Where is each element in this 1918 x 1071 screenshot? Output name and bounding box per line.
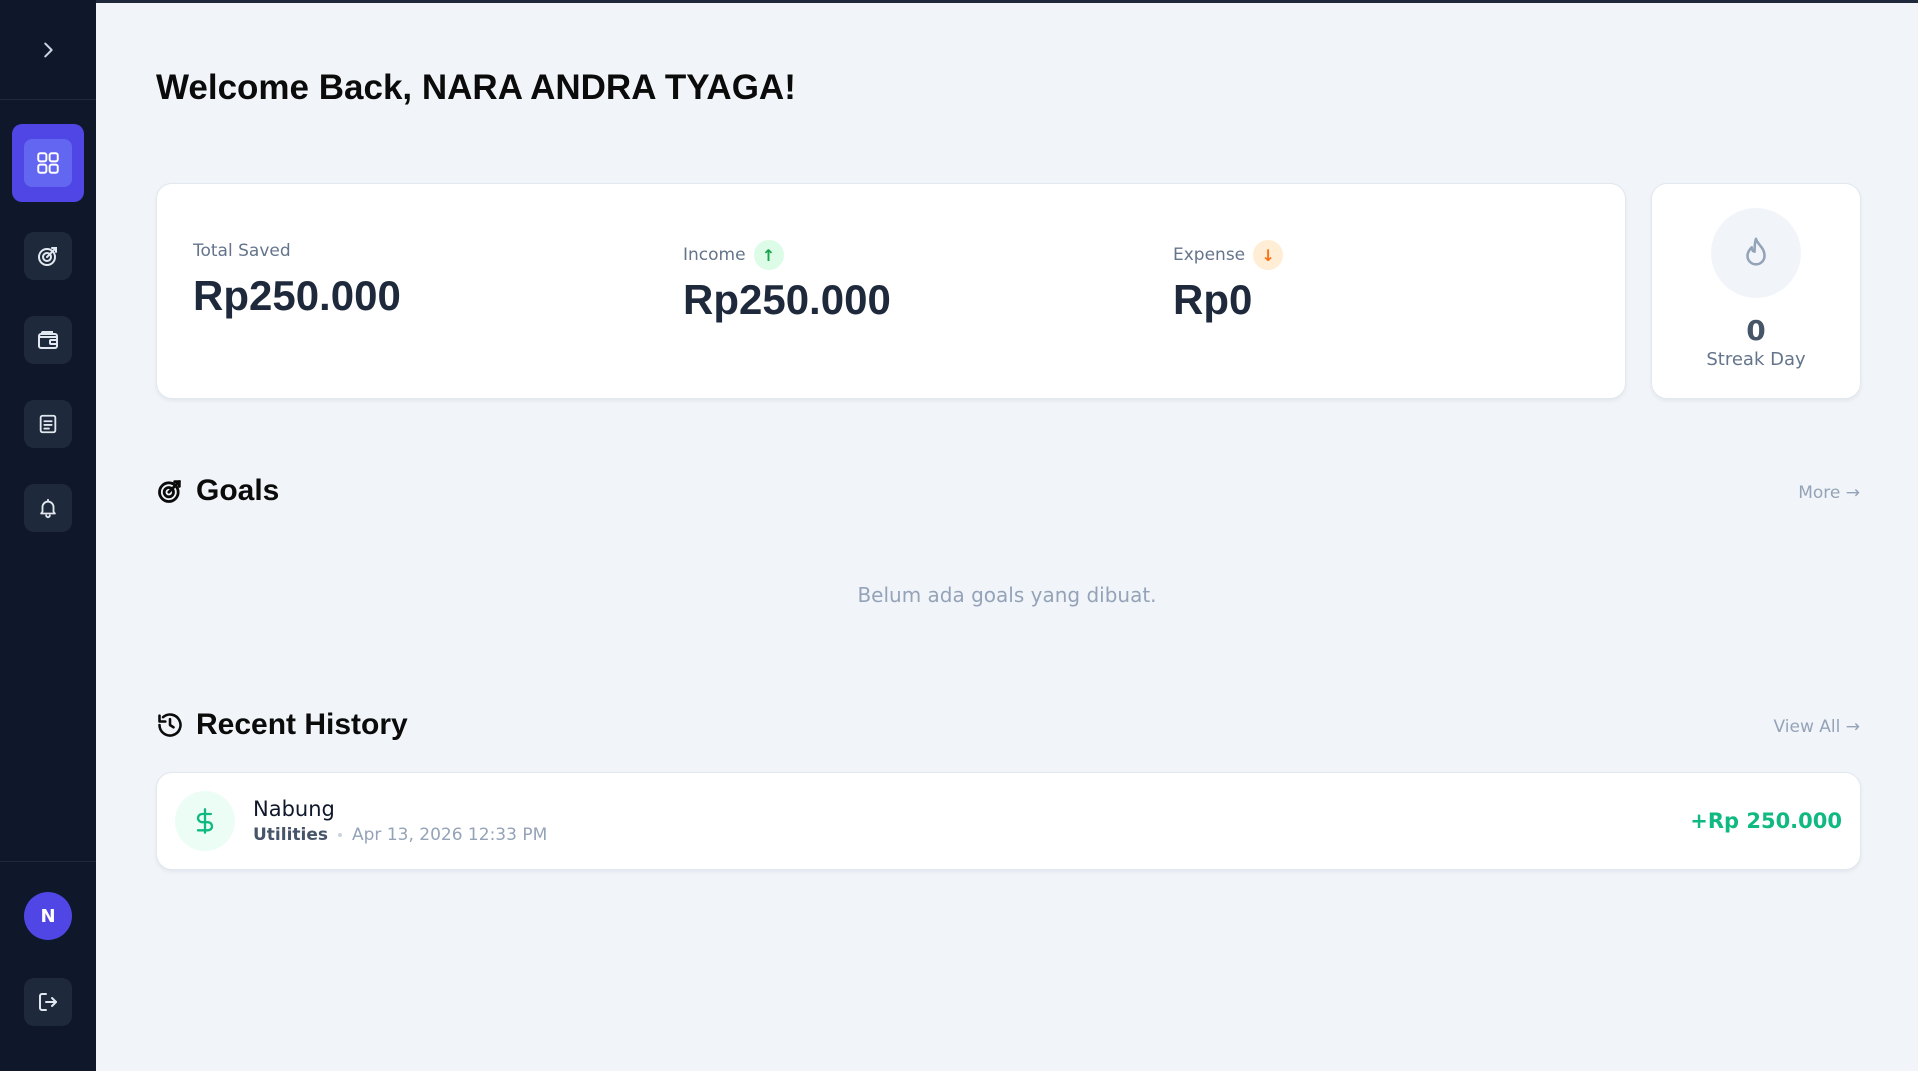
arrow-up-icon: ↑: [753, 240, 784, 270]
wallet-icon: [38, 331, 58, 349]
separator-dot: [338, 833, 343, 837]
income-value: Rp250.000: [683, 276, 891, 323]
chevron-right-icon: [44, 42, 53, 57]
dollar-icon: [196, 808, 214, 834]
history-text: Nabung Utilities Apr 13, 2026 12:33 PM: [253, 797, 547, 845]
expense-label-row: Expense ↓: [1173, 240, 1284, 270]
bell-icon: [40, 498, 56, 519]
recent-history-heading: Recent History: [156, 708, 408, 742]
history-category: Utilities: [253, 825, 329, 845]
goals-title: Goals: [196, 474, 280, 507]
target-icon: [158, 480, 181, 503]
income-label-row: Income ↑: [683, 240, 891, 270]
stat-total-saved: Total Saved Rp250.000: [193, 236, 401, 320]
goals-more-link[interactable]: More →: [1798, 483, 1860, 503]
total-saved-label: Total Saved: [193, 241, 291, 261]
goals-empty-message: Belum ada goals yang dibuat.: [857, 583, 1157, 607]
stat-expense: Expense ↓ Rp0: [1173, 240, 1284, 324]
history-title: Nabung: [253, 797, 335, 821]
sidebar-item-wallet[interactable]: [24, 316, 72, 364]
total-saved-value: Rp250.000: [193, 272, 401, 319]
history-meta: Utilities Apr 13, 2026 12:33 PM: [253, 825, 547, 845]
streak-card: 0 Streak Day: [1651, 183, 1861, 399]
sidebar: N: [0, 0, 96, 1071]
streak-count: 0: [1746, 314, 1766, 347]
stat-income: Income ↑ Rp250.000: [683, 240, 891, 324]
expense-value: Rp0: [1173, 276, 1253, 323]
avatar[interactable]: N: [24, 892, 72, 940]
sidebar-item-goals[interactable]: [24, 232, 72, 280]
goals-heading: Goals: [156, 474, 279, 508]
flame-icon: [1746, 237, 1766, 266]
stats-card: Total Saved Rp250.000 Income ↑ Rp250.000…: [156, 183, 1626, 399]
sidebar-item-reports[interactable]: [24, 400, 72, 448]
history-datetime: Apr 13, 2026 12:33 PM: [352, 825, 548, 845]
document-icon: [39, 414, 57, 434]
sidebar-item-dashboard[interactable]: [12, 124, 84, 202]
sidebar-toggle-button[interactable]: [0, 0, 96, 100]
recent-history-title: Recent History: [196, 708, 408, 741]
main-content: Welcome Back, NARA ANDRA TYAGA! Total Sa…: [96, 0, 1918, 1071]
grid-icon: [37, 152, 59, 174]
history-amount: +Rp 250.000: [1690, 809, 1842, 833]
streak-label: Streak Day: [1706, 349, 1806, 370]
sidebar-nav: [12, 100, 84, 532]
history-icon: [158, 713, 182, 737]
expense-label: Expense: [1173, 245, 1246, 265]
list-item[interactable]: Nabung Utilities Apr 13, 2026 12:33 PM +…: [156, 772, 1861, 870]
flame-badge: [1711, 208, 1801, 298]
sidebar-bottom: N: [0, 861, 96, 1071]
logout-button[interactable]: [24, 978, 72, 1026]
page-title: Welcome Back, NARA ANDRA TYAGA!: [156, 68, 796, 107]
view-all-link[interactable]: View All →: [1774, 717, 1860, 737]
income-label: Income: [683, 245, 746, 265]
arrow-down-icon: ↓: [1253, 240, 1284, 270]
logout-icon: [39, 993, 57, 1011]
dollar-badge: [175, 791, 235, 851]
sidebar-item-notifications[interactable]: [24, 484, 72, 532]
target-icon: [38, 247, 57, 266]
